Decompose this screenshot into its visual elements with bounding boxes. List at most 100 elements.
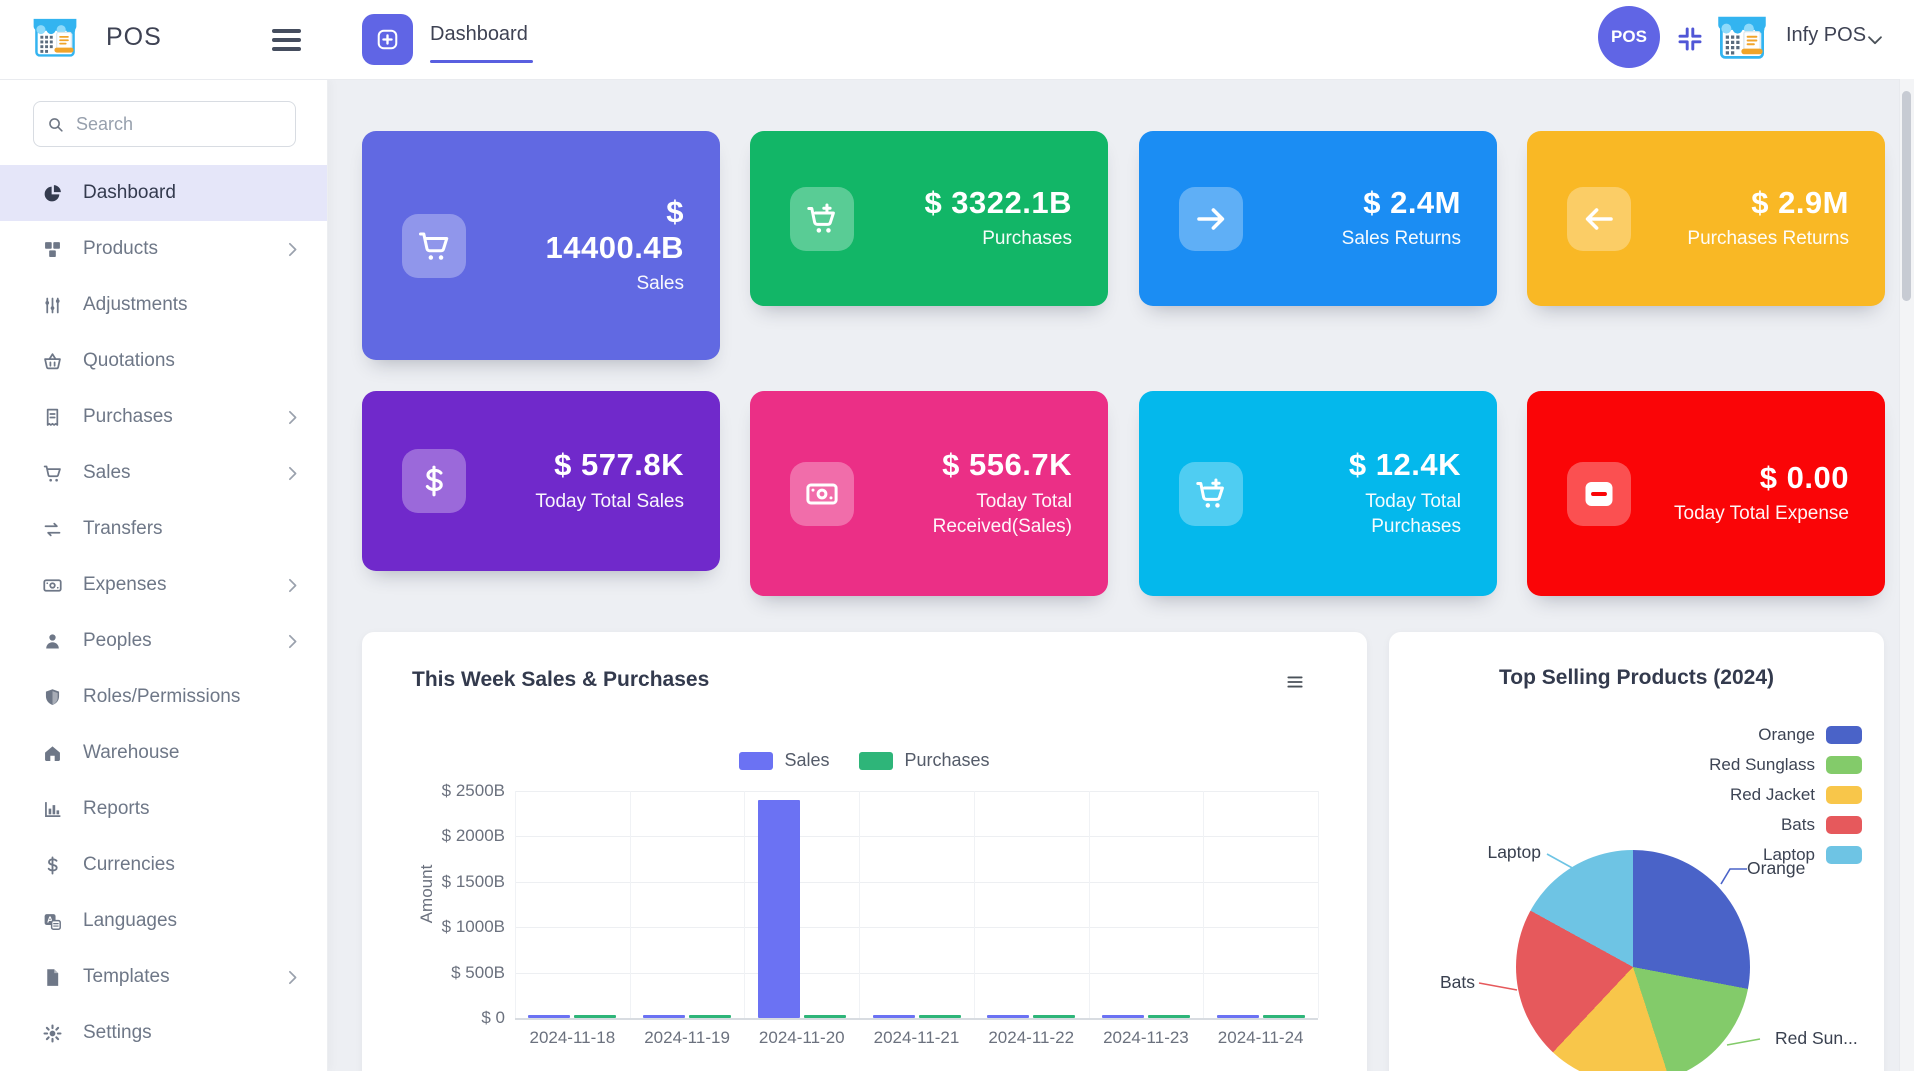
y-axis-tick-label: $ 500B — [409, 963, 505, 983]
arrow-right-icon — [1193, 201, 1229, 237]
pos-dashboard-app: POS Dashboard POS Infy POS DashboardProd… — [0, 0, 1914, 1071]
search-icon — [46, 115, 65, 134]
sidebar-toggle-button[interactable] — [272, 29, 301, 56]
pos-mode-button[interactable]: POS — [1598, 6, 1660, 68]
workspace-logo-icon[interactable] — [1712, 8, 1772, 68]
bar-purchases-2024-11-20 — [804, 1015, 846, 1018]
sidebar-item-expenses[interactable]: Expenses — [0, 557, 327, 613]
store-logo-icon — [28, 11, 82, 65]
bar-sales-2024-11-24 — [1217, 1015, 1259, 1018]
sidebar: Dashboard Products AdjustmentsQuotationsPu… — [0, 79, 328, 1071]
stat-card-today-total-purchases: $ 12.4K Today Total Purchases — [1139, 391, 1497, 596]
y-axis-tick-label: $ 0 — [409, 1008, 505, 1028]
pie-legend-label: Orange — [1758, 725, 1815, 745]
sidebar-item-sales[interactable]: Sales — [0, 445, 327, 501]
pie-chart — [1516, 850, 1750, 1071]
y-axis-tick-label: $ 2000B — [409, 826, 505, 846]
card-minus-icon — [1581, 476, 1617, 512]
sidebar-item-label: Settings — [83, 1022, 303, 1044]
plus-icon — [374, 26, 401, 53]
bar-purchases-2024-11-19 — [689, 1015, 731, 1018]
sidebar-search — [33, 101, 296, 147]
pie-legend-item-red-sunglass[interactable]: Red Sunglass — [1709, 750, 1862, 780]
sidebar-item-label: Reports — [83, 798, 303, 820]
page-scrollbar[interactable] — [1899, 79, 1914, 1071]
sidebar-item-languages[interactable]: ALanguages — [0, 893, 327, 949]
sidebar-item-label: Peoples — [83, 630, 262, 652]
search-input[interactable] — [74, 113, 283, 136]
sidebar-item-peoples[interactable]: Peoples — [0, 613, 327, 669]
pie-legend-item-bats[interactable]: Bats — [1709, 810, 1862, 840]
chevron-right-icon — [282, 631, 303, 652]
stat-card-iconbox — [402, 214, 466, 278]
gridline — [1318, 791, 1319, 1018]
stat-card-value: $ 2.9M — [1751, 185, 1849, 221]
stat-card-value: $ 577.8K — [554, 447, 684, 483]
bar-sales-2024-11-23 — [1102, 1015, 1144, 1018]
gridline — [630, 791, 631, 1018]
bar-sales-2024-11-21 — [873, 1015, 915, 1018]
chevron-down-icon[interactable] — [1864, 29, 1886, 51]
sidebar-item-products[interactable]: Products — [0, 221, 327, 277]
sidebar-item-roles-permissions[interactable]: Roles/Permissions — [0, 669, 327, 725]
x-axis-tick-label: 2024-11-18 — [515, 1028, 629, 1048]
arrow-left-icon — [1581, 201, 1617, 237]
stat-card-sales: $ 14400.4BSales — [362, 131, 720, 360]
sidebar-item-currencies[interactable]: Currencies — [0, 837, 327, 893]
gridline — [1203, 791, 1204, 1018]
banknote-icon — [42, 575, 63, 596]
stat-card-purchases: $ 3322.1BPurchases — [750, 131, 1108, 306]
sidebar-item-label: Templates — [83, 966, 262, 988]
quick-add-button[interactable] — [362, 14, 413, 65]
chevron-right-icon — [282, 575, 303, 596]
bar-sales-2024-11-22 — [987, 1015, 1029, 1018]
pie-legend-item-orange[interactable]: Orange — [1709, 720, 1862, 750]
bar-purchases-2024-11-24 — [1263, 1015, 1305, 1018]
cart-plus-icon — [1193, 476, 1229, 512]
sidebar-menu: Dashboard Products AdjustmentsQuotationsPu… — [0, 165, 327, 1061]
dollar-icon — [416, 463, 452, 499]
pie-legend-label: Red Sunglass — [1709, 755, 1815, 775]
pie-legend-item-red-jacket[interactable]: Red Jacket — [1709, 780, 1862, 810]
y-axis-tick-label: $ 2500B — [409, 781, 505, 801]
stat-card-today-total-sales: $ 577.8KToday Total Sales — [362, 391, 720, 571]
sidebar-item-warehouse[interactable]: Warehouse — [0, 725, 327, 781]
pie-legend-swatch — [1826, 816, 1862, 834]
stat-card-label: Purchases Returns — [1687, 227, 1849, 252]
bar-purchases-2024-11-18 — [574, 1015, 616, 1018]
sidebar-item-purchases[interactable]: Purchases — [0, 389, 327, 445]
stat-card-label: Today Total Expense — [1674, 502, 1849, 527]
stat-card-iconbox — [790, 187, 854, 251]
sidebar-item-transfers[interactable]: Transfers — [0, 501, 327, 557]
bar-purchases-2024-11-21 — [919, 1015, 961, 1018]
sidebar-item-dashboard[interactable]: Dashboard — [0, 165, 327, 221]
sidebar-item-templates[interactable]: Templates — [0, 949, 327, 1005]
stat-card-value: $ 12.4K — [1349, 447, 1461, 483]
sidebar-item-label: Dashboard — [83, 182, 303, 204]
stat-card-value: $ 0.00 — [1760, 460, 1849, 496]
pie-legend-label: Red Jacket — [1730, 785, 1815, 805]
stat-card-label: Sales Returns — [1342, 227, 1461, 252]
sidebar-item-label: Expenses — [83, 574, 262, 596]
gridline — [515, 927, 1318, 928]
stat-card-label: Today Total Purchases — [1286, 490, 1461, 539]
chevron-right-icon — [282, 463, 303, 484]
sidebar-item-settings[interactable]: Settings — [0, 1005, 327, 1061]
gridline — [744, 791, 745, 1018]
sidebar-item-label: Products — [83, 238, 262, 260]
sidebar-item-quotations[interactable]: Quotations — [0, 333, 327, 389]
chevron-right-icon — [282, 239, 303, 260]
workspace-dropdown[interactable]: Infy POS — [1786, 24, 1866, 47]
scrollbar-thumb[interactable] — [1902, 91, 1911, 301]
compress-icon[interactable] — [1676, 25, 1704, 53]
sidebar-item-reports[interactable]: Reports — [0, 781, 327, 837]
translate-icon: A — [42, 911, 63, 932]
file-icon — [42, 967, 63, 988]
breadcrumb[interactable]: Dashboard — [430, 23, 528, 46]
x-axis-tick-label: 2024-11-19 — [630, 1028, 744, 1048]
gridline — [515, 882, 1318, 883]
sliders-icon — [42, 295, 63, 316]
sidebar-item-adjustments[interactable]: Adjustments — [0, 277, 327, 333]
stat-card-value: $ 556.7K — [942, 447, 1072, 483]
gridline — [515, 836, 1318, 837]
